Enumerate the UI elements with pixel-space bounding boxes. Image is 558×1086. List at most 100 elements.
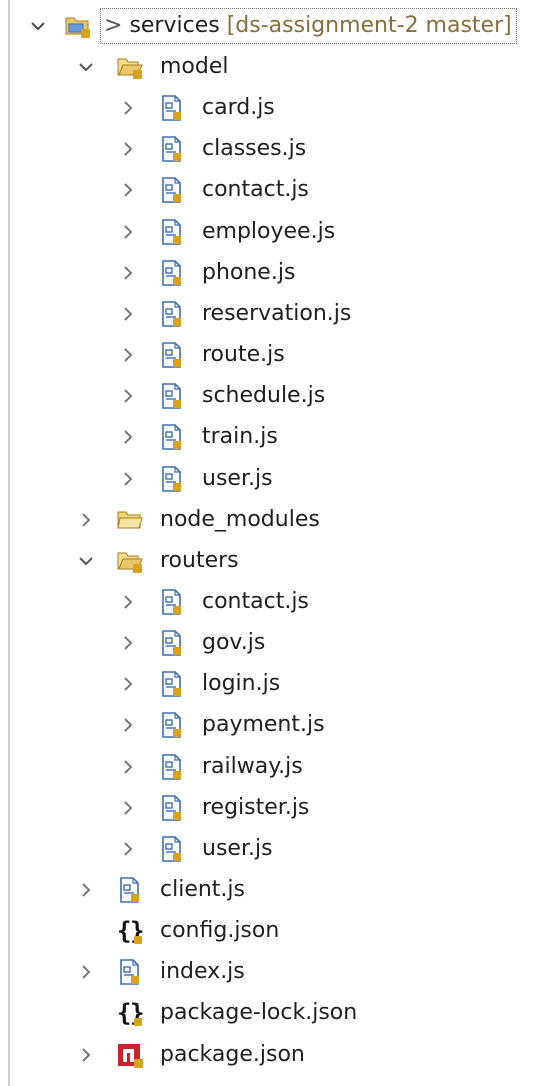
tree-item[interactable]: contact.js (0, 170, 558, 210)
tree-item[interactable]: gov.js (0, 623, 558, 663)
tree-item-label: node_modules (160, 506, 320, 532)
tree-item-label: contact.js (202, 588, 309, 614)
js-file-icon (116, 958, 144, 986)
js-file-icon (158, 341, 186, 369)
tree-item[interactable]: register.js (0, 788, 558, 828)
tree-item[interactable]: train.js (0, 417, 558, 457)
chevron-down-icon[interactable] (28, 16, 48, 36)
js-file-icon (158, 382, 186, 410)
tree-item-label: train.js (202, 424, 278, 450)
folder-open-icon (116, 53, 144, 81)
js-file-icon (158, 176, 186, 204)
tree-item[interactable]: reservation.js (0, 294, 558, 334)
chevron-right-icon[interactable] (118, 469, 138, 489)
project-folder-icon (64, 12, 92, 40)
tree-item-label: contact.js (202, 177, 309, 203)
js-file-icon (158, 588, 186, 616)
chevron-down-icon[interactable] (76, 551, 96, 571)
tree-item-label: reservation.js (202, 300, 352, 326)
js-file-icon (116, 876, 144, 904)
tree-item-label: package.json (160, 1041, 305, 1067)
tree-item[interactable]: payment.js (0, 705, 558, 745)
tree-item[interactable]: node_modules (0, 500, 558, 540)
tree-item[interactable]: model (0, 47, 558, 87)
root-prefix: > (104, 13, 123, 38)
chevron-right-icon[interactable] (118, 798, 138, 818)
chevron-right-icon[interactable] (76, 962, 96, 982)
js-file-icon (158, 135, 186, 163)
tree-item[interactable]: routers (0, 541, 558, 581)
js-file-icon (158, 259, 186, 287)
js-file-icon (158, 794, 186, 822)
chevron-right-icon[interactable] (118, 98, 138, 118)
tree-item-label: client.js (160, 877, 245, 902)
tree-item-label: phone.js (202, 259, 296, 285)
chevron-right-icon[interactable] (76, 880, 96, 900)
js-file-icon (158, 629, 186, 657)
chevron-right-icon[interactable] (118, 345, 138, 365)
tree-item[interactable]: phone.js (0, 253, 558, 293)
chevron-right-icon[interactable] (118, 757, 138, 777)
js-file-icon (158, 423, 186, 451)
tree-item[interactable]: package.json (0, 1035, 558, 1075)
tree-item-label: config.json (160, 918, 280, 944)
chevron-right-icon[interactable] (118, 633, 138, 653)
tree-item[interactable]: client.js (0, 870, 558, 910)
tree-item[interactable]: classes.js (0, 129, 558, 169)
tree-item-label: employee.js (202, 218, 336, 244)
root-label-box[interactable]: > services [ds-assignment-2 master] (100, 8, 517, 44)
chevron-right-icon[interactable] (118, 263, 138, 283)
tree-item[interactable]: login.js (0, 664, 558, 704)
tree-item-label: user.js (202, 465, 273, 491)
chevron-right-icon[interactable] (118, 674, 138, 694)
chevron-right-icon[interactable] (118, 715, 138, 735)
tree-item[interactable]: {} config.json (0, 911, 558, 951)
json-file-icon: {} (116, 999, 144, 1027)
chevron-right-icon[interactable] (118, 839, 138, 859)
tree-item-label: gov.js (202, 630, 266, 656)
tree-item[interactable]: card.js (0, 88, 558, 128)
chevron-right-icon[interactable] (118, 222, 138, 242)
tree-root-services[interactable]: > services [ds-assignment-2 master] (0, 6, 558, 46)
tree-item[interactable]: index.js (0, 952, 558, 992)
js-file-icon (158, 465, 186, 493)
js-file-icon (158, 835, 186, 863)
tree-item-label: login.js (202, 671, 281, 697)
tree-item[interactable]: user.js (0, 829, 558, 869)
tree-item-label: model (160, 54, 229, 79)
chevron-right-icon[interactable] (118, 427, 138, 447)
tree-item[interactable]: railway.js (0, 747, 558, 787)
tree-item[interactable]: employee.js (0, 212, 558, 252)
js-file-icon (158, 300, 186, 328)
tree-item[interactable]: contact.js (0, 582, 558, 622)
chevron-right-icon[interactable] (118, 592, 138, 612)
root-label: services (129, 13, 220, 38)
chevron-right-icon[interactable] (118, 386, 138, 406)
chevron-down-icon[interactable] (76, 57, 96, 77)
js-file-icon (158, 218, 186, 246)
js-file-icon (158, 94, 186, 122)
chevron-right-icon[interactable] (76, 510, 96, 530)
js-file-icon (158, 753, 186, 781)
tree-item-label: route.js (202, 342, 285, 368)
tree-item[interactable]: {} package-lock.json (0, 993, 558, 1033)
tree-item-label: package-lock.json (160, 1000, 358, 1026)
tree-item-label: routers (160, 547, 239, 573)
npm-package-icon (116, 1041, 144, 1069)
chevron-right-icon[interactable] (76, 1045, 96, 1065)
chevron-right-icon[interactable] (118, 139, 138, 159)
tree-item-label: classes.js (202, 136, 307, 162)
folder-open-icon (116, 547, 144, 575)
tree-item[interactable]: user.js (0, 459, 558, 499)
tree-item-label: schedule.js (202, 383, 326, 409)
chevron-right-icon[interactable] (118, 304, 138, 324)
tree-item-label: register.js (202, 794, 310, 820)
tree-item-label: payment.js (202, 712, 325, 738)
tree-item[interactable]: schedule.js (0, 376, 558, 416)
folder-closed-icon (116, 506, 144, 534)
js-file-icon (158, 670, 186, 698)
tree-item-label: index.js (160, 959, 245, 985)
chevron-right-icon[interactable] (118, 180, 138, 200)
tree-item[interactable]: route.js (0, 335, 558, 375)
git-decoration: [ds-assignment-2 master] (226, 13, 512, 38)
